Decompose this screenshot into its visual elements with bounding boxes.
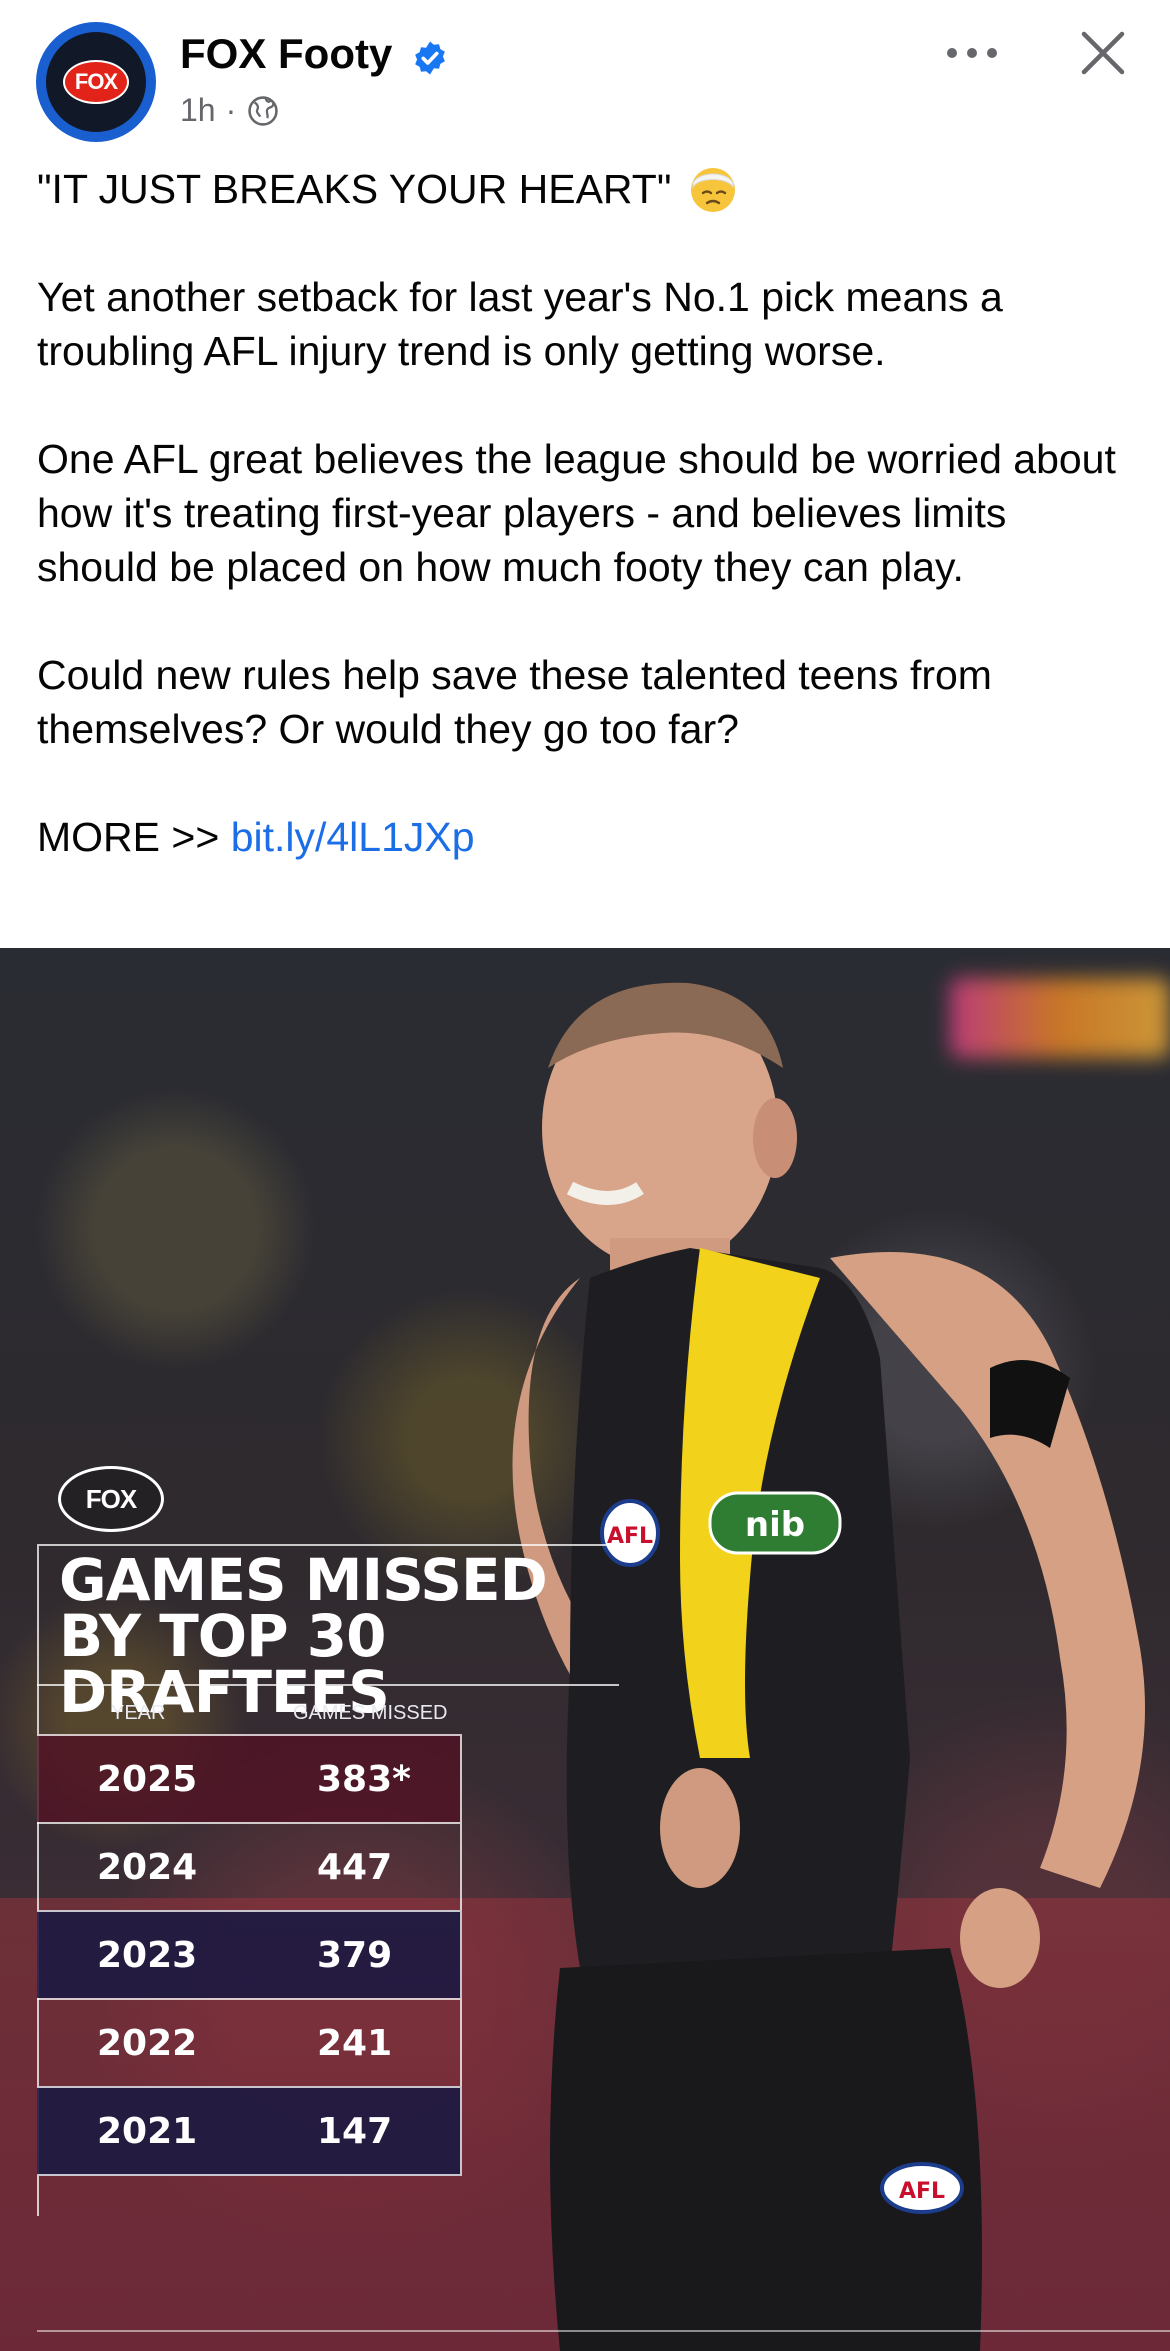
fox-logo-icon: FOX [63, 60, 129, 104]
injured-face-emoji-icon [691, 168, 736, 212]
post-caption: "IT JUST BREAKS YOUR HEART" Yet another … [37, 162, 1137, 864]
games-missed-cell: 241 [317, 2022, 393, 2064]
post-time[interactable]: 1h [180, 92, 216, 129]
post-paragraph-3: Could new rules help save these talented… [37, 652, 992, 752]
table-row: 2025 383* [37, 1734, 462, 1822]
post-paragraph-2: One AFL great believes the league should… [37, 436, 1116, 590]
table-row: 2021 147 [37, 2086, 462, 2176]
year-cell: 2023 [97, 1934, 198, 1976]
column-header-year: YEAR [111, 1702, 166, 1724]
post-headline-line: "IT JUST BREAKS YOUR HEART" [37, 162, 1137, 216]
more-prefix: MORE >> [37, 814, 220, 860]
post-header: FOX FOX Footy 1h · [0, 0, 1170, 170]
close-icon[interactable] [1078, 28, 1128, 78]
afl-logo-text-shorts: AFL [899, 2179, 945, 2204]
stats-table: GAMES MISSED BY TOP 30 DRAFTEES YEAR GAM… [37, 1544, 621, 2216]
meta-separator: · [225, 92, 237, 128]
games-missed-cell: 447 [317, 1846, 393, 1888]
page-avatar[interactable]: FOX [36, 22, 156, 142]
post-paragraph-1: Yet another setback for last year's No.1… [37, 274, 1003, 374]
title-divider [37, 1684, 619, 1686]
table-row: 2024 447 [37, 1822, 462, 1910]
post-meta: 1h · [180, 92, 280, 129]
more-options-icon[interactable] [942, 36, 1002, 70]
year-cell: 2025 [97, 1758, 198, 1800]
post-image[interactable]: AFL nib AFL FOX GAMES MISSED BY TOP 30 D… [0, 948, 1170, 2351]
more-line: MORE >> bit.ly/4lL1JXp [37, 810, 1137, 864]
games-missed-cell: 383* [317, 1758, 411, 1800]
graphic-bottom-rule [37, 2330, 1170, 2332]
year-cell: 2024 [97, 1846, 198, 1888]
games-missed-cell: 147 [317, 2110, 393, 2152]
article-link[interactable]: bit.ly/4lL1JXp [231, 814, 475, 860]
year-cell: 2022 [97, 2022, 198, 2064]
stats-title: GAMES MISSED BY TOP 30 DRAFTEES [59, 1546, 548, 1726]
table-row: 2022 241 [37, 1998, 462, 2086]
post-headline: "IT JUST BREAKS YOUR HEART" [37, 166, 672, 212]
stats-rows: 2025 383* 2024 447 2023 379 2022 241 202… [37, 1734, 462, 2176]
fox-footy-logo: FOX [58, 1466, 164, 1532]
table-row: 2023 379 [37, 1910, 462, 1998]
year-cell: 2021 [97, 2110, 198, 2152]
verified-badge-icon [415, 41, 445, 75]
sponsor-logo-text: nib [745, 1505, 805, 1545]
avatar-ring: FOX [46, 32, 146, 132]
games-missed-cell: 379 [317, 1934, 393, 1976]
globe-icon [248, 95, 278, 126]
page-name[interactable]: FOX Footy [180, 30, 392, 78]
column-header-games-missed: GAMES MISSED [293, 1702, 448, 1724]
